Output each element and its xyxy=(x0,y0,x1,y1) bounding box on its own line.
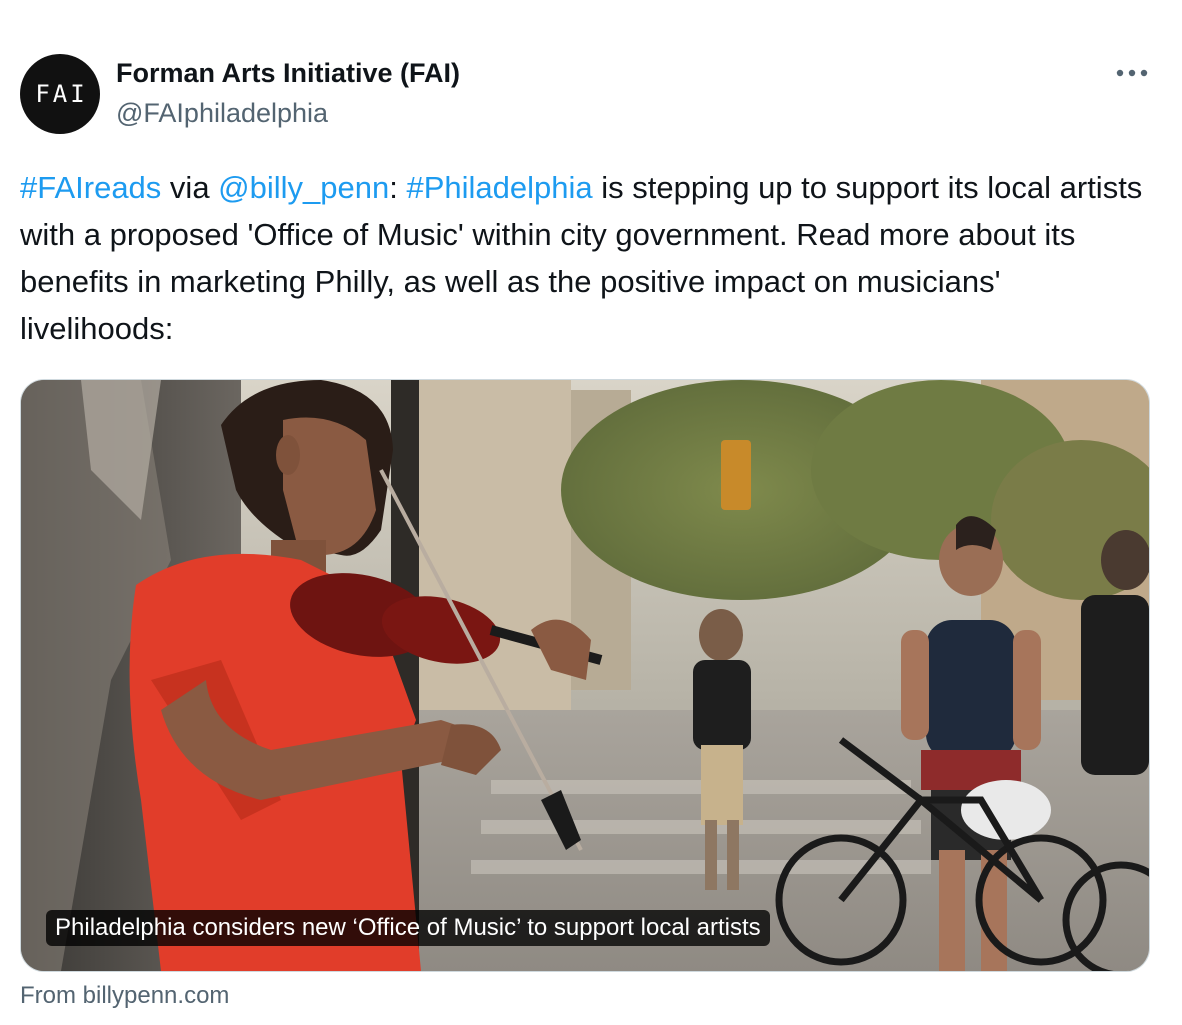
card-caption: Philadelphia considers new ‘Office of Mu… xyxy=(46,910,770,946)
more-horizontal-icon xyxy=(1116,69,1148,77)
tweet-text-segment: : xyxy=(389,170,407,205)
more-options-button[interactable] xyxy=(1111,58,1155,92)
tweet-text-segment: via xyxy=(161,170,219,205)
hashtag-philadelphia[interactable]: #Philadelphia xyxy=(406,170,592,205)
link-card[interactable]: Philadelphia considers new ‘Office of Mu… xyxy=(20,379,1150,972)
hashtag-faireads[interactable]: #FAIreads xyxy=(20,170,161,205)
card-source-link[interactable]: From billypenn.com xyxy=(20,982,229,1010)
avatar[interactable]: FAI xyxy=(20,54,100,134)
avatar-logo-text: FAI xyxy=(35,80,88,108)
author-display-name[interactable]: Forman Arts Initiative (FAI) xyxy=(116,58,460,89)
author-handle[interactable]: @FAIphiladelphia xyxy=(116,98,328,129)
card-image xyxy=(21,380,1149,971)
mention-billy-penn[interactable]: @billy_penn xyxy=(218,170,389,205)
tweet-text: #FAIreads via @billy_penn: #Philadelphia… xyxy=(20,164,1160,352)
tweet: FAI Forman Arts Initiative (FAI) @FAIphi… xyxy=(0,0,1182,1025)
